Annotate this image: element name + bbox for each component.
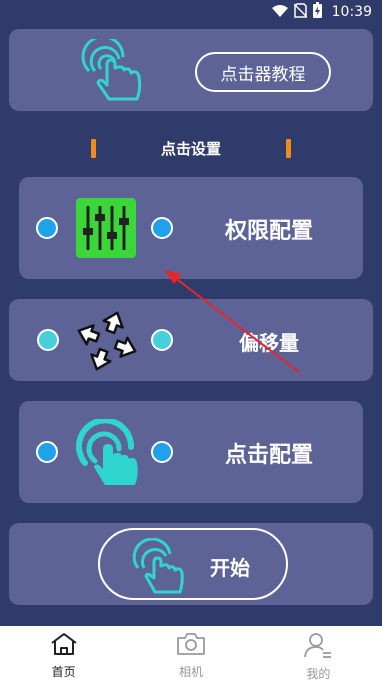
wifi-icon [271,3,288,22]
orange-bar-right [286,139,291,158]
sliders-icon [76,198,136,262]
nav-label: 相机 [178,665,203,679]
section-title: 点击设置 [160,140,221,158]
tap-hand-icon [73,417,143,493]
indicator-dot-right [151,217,173,239]
camera-icon [176,632,206,660]
nav-item-home[interactable]: 首页 [0,626,127,685]
nav-label: 首页 [51,665,76,679]
nav-label: 我的 [306,667,331,681]
user-icon [304,632,332,662]
status-bar: 10:39 [0,0,382,22]
start-label: 开始 [210,556,250,580]
battery-charging-icon [312,2,322,22]
start-card: 开始 [9,523,373,605]
tutorial-button[interactable]: 点击器教程 [195,52,331,92]
row-label: 权限配置 [224,219,313,244]
nav-item-profile[interactable]: 我的 [255,626,382,685]
indicator-dot-left [36,441,58,463]
indicator-dot-left [36,217,58,239]
status-time: 10:39 [331,4,372,20]
click-config-card[interactable]: 点击配置 [19,401,363,503]
section-header: 点击设置 [0,136,382,162]
row-label: 点击配置 [224,443,313,468]
nav-item-camera[interactable]: 相机 [127,626,254,685]
annotation-arrow [160,268,305,382]
tap-hand-icon [79,35,149,105]
no-sim-icon [293,2,308,22]
start-button[interactable]: 开始 [98,528,288,600]
home-icon [50,632,78,660]
tutorial-card: 点击器教程 [9,29,373,111]
indicator-dot-left [37,329,59,351]
permission-config-card[interactable]: 权限配置 [19,177,363,279]
move-arrows-icon [73,309,141,377]
indicator-dot-right [151,441,173,463]
status-icons: 10:39 [271,2,372,22]
bottom-nav: 首页 相机 我的 [0,626,382,685]
tap-hand-icon [130,537,188,598]
